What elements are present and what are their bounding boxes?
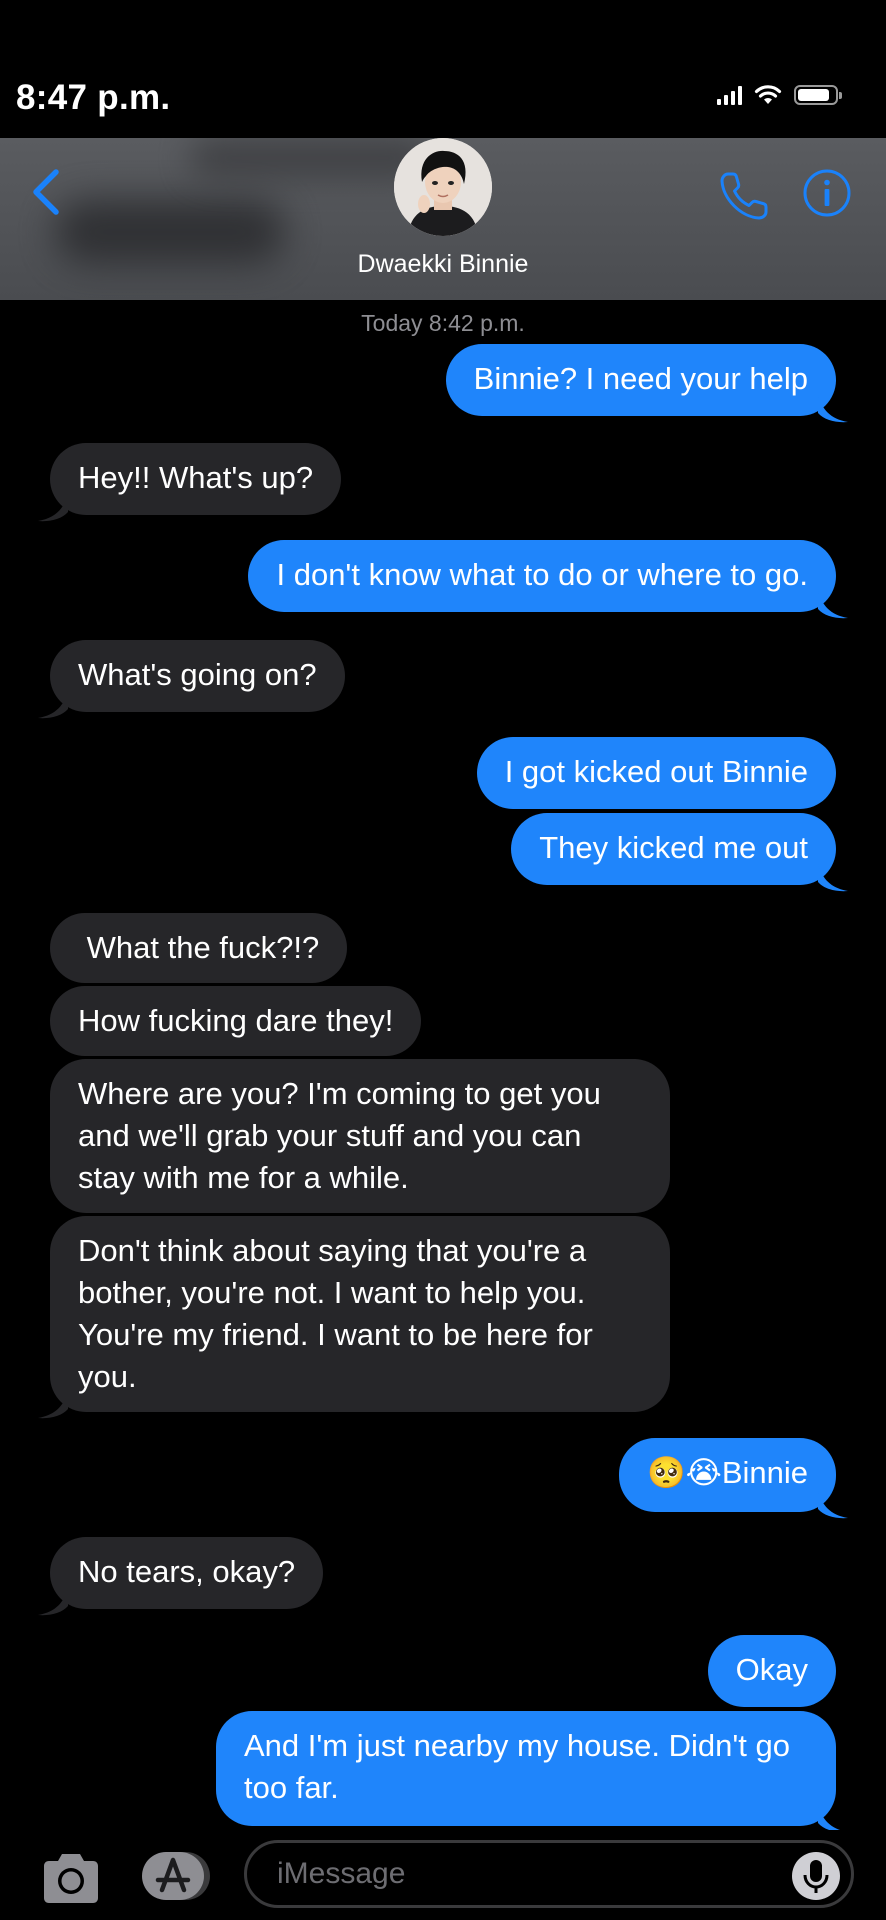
- outgoing-message[interactable]: And I'm just nearby my house. Didn't go …: [216, 1711, 848, 1833]
- message-text: I got kicked out Binnie: [504, 754, 808, 789]
- message-text: Hey!! What's up?: [78, 460, 314, 495]
- message-text: And I'm just nearby my house. Didn't go …: [244, 1728, 799, 1805]
- wifi-icon: [754, 85, 782, 104]
- message-text: Don't think about saying that you're a b…: [78, 1233, 602, 1394]
- phone-icon: [720, 172, 768, 220]
- message-text: 🥺😭Binnie: [647, 1455, 808, 1490]
- info-button[interactable]: [802, 168, 852, 218]
- message-text: Okay: [735, 1652, 808, 1687]
- bubble-tail: [38, 1585, 68, 1616]
- incoming-message[interactable]: Hey!! What's up?: [38, 443, 342, 522]
- message-text: How fucking dare they!: [78, 1003, 394, 1038]
- camera-icon: [44, 1854, 98, 1903]
- outgoing-message[interactable]: They kicked me out: [511, 813, 848, 892]
- apps-button[interactable]: [140, 1848, 212, 1904]
- message-text: What the fuck?!?: [78, 930, 320, 965]
- outgoing-message[interactable]: I got kicked out Binnie: [476, 737, 836, 809]
- incoming-message[interactable]: Where are you? I'm coming to get you and…: [50, 1059, 670, 1213]
- info-icon: [803, 169, 851, 217]
- bubble-tail: [38, 688, 68, 719]
- conversation-timestamp: Today 8:42 p.m.: [361, 310, 525, 336]
- message-text: Binnie? I need your help: [473, 361, 808, 396]
- battery-icon: [794, 85, 842, 105]
- back-button[interactable]: [28, 162, 68, 222]
- contact-avatar[interactable]: [394, 138, 492, 236]
- incoming-message[interactable]: What the fuck?!?: [50, 913, 348, 983]
- outgoing-message[interactable]: I don't know what to do or where to go.: [248, 540, 848, 619]
- incoming-message[interactable]: Don't think about saying that you're a b…: [38, 1216, 670, 1419]
- message-text: What's going on?: [78, 657, 317, 692]
- messages-screen: 8:47 p.m. Dwaekki Binnie Today 8:42 p.m.…: [0, 0, 886, 1920]
- status-icons: [717, 84, 842, 106]
- message-text: Where are you? I'm coming to get you and…: [78, 1076, 610, 1195]
- message-text: No tears, okay?: [78, 1554, 296, 1589]
- bubble-tail: [818, 1802, 848, 1833]
- imessage-input[interactable]: [244, 1840, 854, 1908]
- avatar-photo: [394, 138, 492, 236]
- status-time: 8:47 p.m.: [16, 78, 171, 117]
- signal-icon: [717, 85, 742, 105]
- message-text: They kicked me out: [539, 830, 808, 865]
- incoming-message[interactable]: What's going on?: [38, 640, 345, 719]
- outgoing-message[interactable]: Okay: [707, 1635, 836, 1707]
- outgoing-message[interactable]: Binnie? I need your help: [445, 344, 848, 423]
- camera-button[interactable]: [40, 1850, 102, 1906]
- conversation-header: Dwaekki Binnie: [0, 138, 886, 300]
- bubble-tail: [818, 1488, 848, 1519]
- contact-name[interactable]: Dwaekki Binnie: [0, 250, 886, 279]
- call-button[interactable]: [716, 168, 772, 224]
- bubble-tail: [818, 392, 848, 423]
- incoming-message[interactable]: How fucking dare they!: [50, 986, 422, 1056]
- bubble-tail: [818, 861, 848, 892]
- microphone-button[interactable]: [792, 1852, 840, 1900]
- battery-level: [798, 89, 829, 101]
- bubble-tail: [818, 588, 848, 619]
- chevron-left-icon: [33, 169, 59, 215]
- app-store-icon: [142, 1852, 210, 1900]
- outgoing-message[interactable]: 🥺😭Binnie: [619, 1438, 848, 1519]
- input-bar: [0, 1830, 886, 1920]
- message-text: I don't know what to do or where to go.: [276, 557, 808, 592]
- bubble-tail: [38, 491, 68, 522]
- microphone-icon: [803, 1860, 829, 1893]
- status-bar: 8:47 p.m.: [0, 0, 886, 138]
- incoming-message[interactable]: No tears, okay?: [38, 1537, 324, 1616]
- bubble-tail: [38, 1388, 68, 1419]
